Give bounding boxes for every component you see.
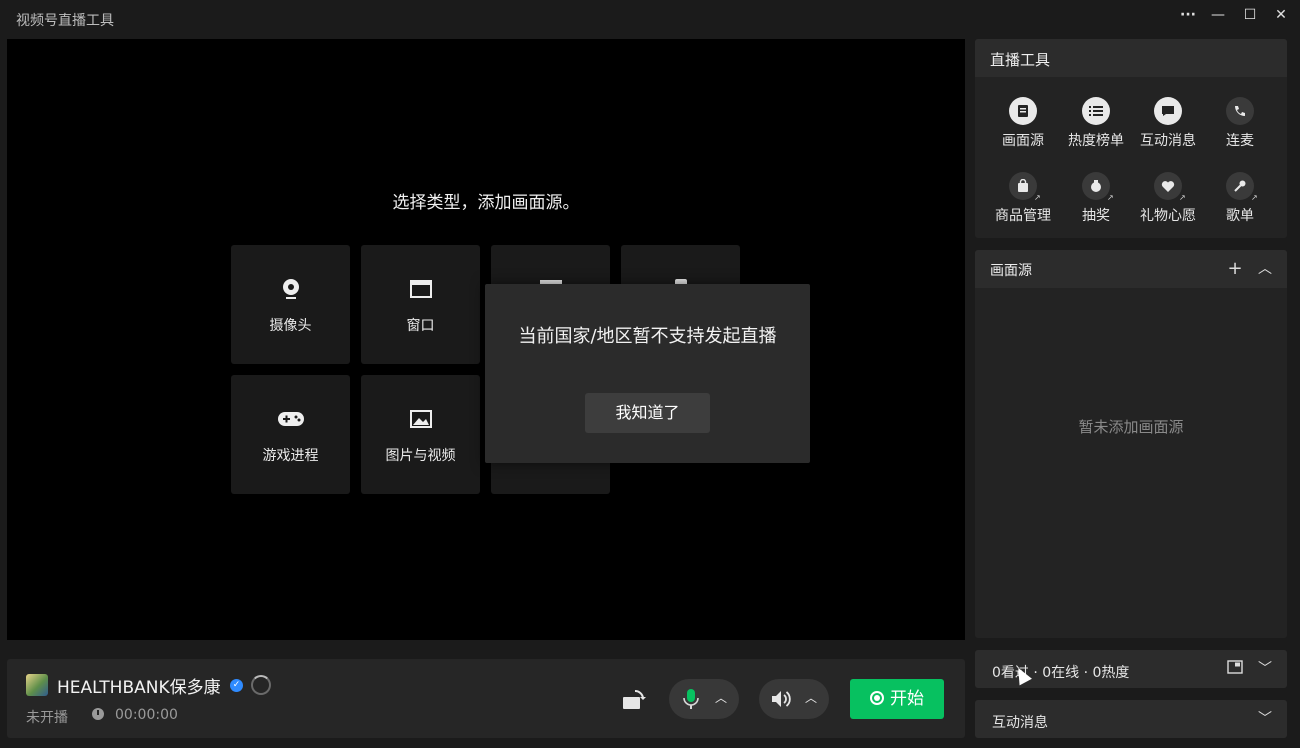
tool-source[interactable]: 画面源 [987, 97, 1059, 157]
popout-icon[interactable] [1225, 659, 1245, 679]
tool-label: 画面源 [1002, 133, 1044, 149]
empty-sources-note: 暂未添加画面源 [1078, 418, 1184, 436]
chevron-down-icon[interactable]: ﹀ [1255, 709, 1275, 729]
chevron-down-icon[interactable]: ﹀ [1255, 659, 1275, 679]
panel-header: 直播工具 [975, 39, 1287, 77]
add-icon[interactable]: + [1225, 259, 1245, 279]
dialog-message: 当前国家/地区暂不支持发起直播 [518, 326, 777, 347]
maximize-button[interactable]: ☐ [1236, 5, 1264, 25]
panel-title: 直播工具 [990, 51, 1051, 69]
shopping-bag-icon [1009, 172, 1037, 200]
rotate-screen-icon[interactable] [621, 687, 647, 711]
avatar[interactable] [26, 674, 48, 696]
source-tile-label: 摄像头 [269, 318, 312, 334]
image-icon [361, 405, 480, 433]
tool-label: 歌单 [1226, 208, 1254, 224]
bottom-control-bar: HEALTHBANK保多康 ✓ 未开播 00:00:00 ︿ ︿ 开始 [7, 659, 965, 738]
add-source-prompt: 选择类型，添加画面源。 [392, 193, 580, 213]
chevron-up-icon[interactable]: ︿ [803, 690, 819, 706]
microphone-song-icon [1226, 172, 1254, 200]
tool-song-list[interactable]: ↗ 歌单 [1204, 172, 1276, 232]
source-doc-icon [1009, 97, 1037, 125]
microphone-icon[interactable] [679, 687, 703, 711]
start-live-button[interactable]: 开始 [850, 679, 944, 719]
verified-badge-icon: ✓ [230, 679, 243, 692]
tool-gift-wish[interactable]: ↗ 礼物心愿 [1132, 172, 1204, 232]
more-options-icon[interactable]: ··· [1174, 5, 1202, 25]
clock-icon [92, 708, 104, 720]
minimize-button[interactable]: — [1204, 5, 1232, 25]
chat-icon [1154, 97, 1182, 125]
source-tile-game[interactable]: 游戏进程 [231, 375, 350, 494]
tool-lottery[interactable]: ↗ 抽奖 [1060, 172, 1132, 232]
start-label: 开始 [890, 689, 924, 709]
panel-header: 画面源 + ︿ [975, 250, 1287, 288]
source-tile-label: 游戏进程 [262, 448, 319, 464]
sources-panel: 画面源 + ︿ 暂未添加画面源 [975, 250, 1287, 638]
acknowledge-button[interactable]: 我知道了 [585, 393, 710, 433]
chevron-up-icon[interactable]: ︿ [713, 690, 729, 706]
tool-messages[interactable]: 互动消息 [1132, 97, 1204, 157]
window-icon [361, 275, 480, 303]
camera-icon [231, 275, 350, 303]
external-link-icon: ↗ [1251, 193, 1258, 202]
source-tile-media[interactable]: 图片与视频 [361, 375, 480, 494]
live-status: 未开播 [26, 710, 68, 726]
source-tile-label: 图片与视频 [385, 448, 456, 464]
source-tile-window[interactable]: 窗口 [361, 245, 480, 364]
app-title: 视频号直播工具 [16, 13, 114, 29]
speaker-icon[interactable] [769, 687, 793, 711]
gamepad-icon [231, 405, 350, 433]
external-link-icon: ↗ [1107, 193, 1114, 202]
lottery-icon [1082, 172, 1110, 200]
microphone-control[interactable]: ︿ [669, 679, 739, 719]
source-tile-camera[interactable]: 摄像头 [231, 245, 350, 364]
chevron-up-icon[interactable]: ︿ [1255, 259, 1275, 279]
close-button[interactable]: ✕ [1267, 5, 1295, 25]
tool-ranking[interactable]: 热度榜单 [1060, 97, 1132, 157]
external-link-icon: ↗ [1179, 193, 1186, 202]
list-icon [1082, 97, 1110, 125]
live-timer: 00:00:00 [115, 707, 178, 723]
tool-label: 商品管理 [995, 208, 1051, 224]
record-icon [870, 691, 884, 705]
external-link-icon: ↗ [1034, 193, 1041, 202]
tool-co-host[interactable]: 连麦 [1204, 97, 1276, 157]
gift-heart-icon [1154, 172, 1182, 200]
live-tools-panel: 直播工具 画面源 热度榜单 互动消息 连麦 ↗ 商品管理 ↗ 抽奖 ↗ 礼物心愿… [975, 39, 1287, 238]
source-tile-label: 窗口 [406, 318, 435, 334]
unsupported-region-dialog: 当前国家/地区暂不支持发起直播 我知道了 [485, 284, 810, 463]
title-bar: 视频号直播工具 ··· — ☐ ✕ [0, 0, 1300, 38]
panel-title: 画面源 [990, 263, 1032, 279]
speaker-control[interactable]: ︿ [759, 679, 829, 719]
tool-label: 连麦 [1226, 133, 1254, 149]
loading-spinner-icon [251, 675, 271, 695]
panel-title: 互动消息 [992, 715, 1048, 731]
account-name: HEALTHBANK保多康 [57, 678, 221, 698]
tool-products[interactable]: ↗ 商品管理 [987, 172, 1059, 232]
messages-panel[interactable]: 互动消息 ﹀ [975, 700, 1287, 738]
call-icon [1226, 97, 1254, 125]
